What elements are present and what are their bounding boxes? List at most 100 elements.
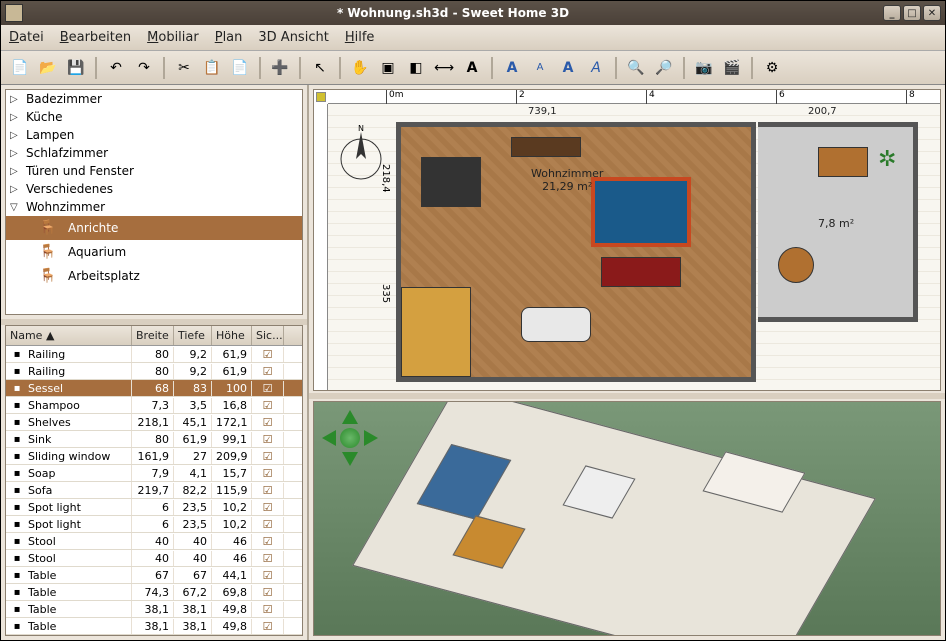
select-tool[interactable]: ↖ <box>307 55 333 81</box>
room-main[interactable]: Wohnzimmer 21,29 m² <box>396 122 756 382</box>
minimize-button[interactable]: _ <box>883 5 901 21</box>
table-row[interactable]: ▪Railing809,261,9☑ <box>6 346 302 363</box>
catalog-category[interactable]: ▷Verschiedenes <box>6 180 302 198</box>
furn-sofa[interactable] <box>601 257 681 287</box>
redo-button[interactable]: ↷ <box>131 55 157 81</box>
create-wall-tool[interactable]: ▣ <box>375 55 401 81</box>
paste-button[interactable]: 📄 <box>227 55 253 81</box>
col-name[interactable]: Name ▲ <box>6 326 132 345</box>
plan-view-2d[interactable]: 0m 2 4 6 8 N 739,1 200,7 218,4 335 <box>313 89 941 391</box>
table-row[interactable]: ▪Sofa219,782,2115,9☑ <box>6 482 302 499</box>
table-body[interactable]: ▪Railing809,261,9☑▪Railing809,261,9☑▪Ses… <box>6 346 302 635</box>
pan-tool[interactable]: ✋ <box>347 55 373 81</box>
catalog-category[interactable]: ▷Schlafzimmer <box>6 144 302 162</box>
text-italic-button[interactable]: A <box>583 55 609 81</box>
menu-datei[interactable]: Datei <box>9 30 44 45</box>
col-breite[interactable]: Breite <box>132 326 174 345</box>
text-bold-button[interactable]: A <box>555 55 581 81</box>
furn-round-table[interactable] <box>778 247 814 283</box>
table-row[interactable]: ▪Sessel6883100☑ <box>6 380 302 397</box>
nav-compass-3d[interactable] <box>322 410 378 466</box>
nav-down-icon[interactable] <box>342 452 358 466</box>
table-row[interactable]: ▪Table74,367,269,8☑ <box>6 584 302 601</box>
catalog-category[interactable]: ▷Küche <box>6 108 302 126</box>
catalog-category-expanded[interactable]: ▽Wohnzimmer <box>6 198 302 216</box>
visible-checkbox[interactable]: ☑ <box>252 347 284 362</box>
table-row[interactable]: ▪Table38,138,149,8☑ <box>6 618 302 635</box>
preferences-button[interactable]: ⚙ <box>759 55 785 81</box>
create-room-tool[interactable]: ◧ <box>403 55 429 81</box>
table-row[interactable]: ▪Shampoo7,33,516,8☑ <box>6 397 302 414</box>
create-text-tool[interactable]: A <box>459 55 485 81</box>
video-button[interactable]: 🎬 <box>719 55 745 81</box>
furn-shelves[interactable] <box>511 137 581 157</box>
table-row[interactable]: ▪Spot light623,510,2☑ <box>6 499 302 516</box>
visible-checkbox[interactable]: ☑ <box>252 602 284 617</box>
nav-up-icon[interactable] <box>342 410 358 424</box>
table-row[interactable]: ▪Sink8061,999,1☑ <box>6 431 302 448</box>
table-row[interactable]: ▪Soap7,94,115,7☑ <box>6 465 302 482</box>
open-button[interactable]: 📂 <box>35 55 61 81</box>
visible-checkbox[interactable]: ☑ <box>252 415 284 430</box>
col-sichtbar[interactable]: Sic... <box>252 326 284 345</box>
menu-3dansicht[interactable]: 3D Ansicht <box>258 30 328 45</box>
visible-checkbox[interactable]: ☑ <box>252 619 284 634</box>
visible-checkbox[interactable]: ☑ <box>252 483 284 498</box>
visible-checkbox[interactable]: ☑ <box>252 432 284 447</box>
menu-bearbeiten[interactable]: Bearbeiten <box>60 30 131 45</box>
catalog-category[interactable]: ▷Badezimmer <box>6 90 302 108</box>
nav-center-icon[interactable] <box>340 428 360 448</box>
menu-hilfe[interactable]: Hilfe <box>345 30 375 45</box>
table-row[interactable]: ▪Shelves218,145,1172,1☑ <box>6 414 302 431</box>
new-button[interactable]: 📄 <box>7 55 33 81</box>
plant-icon[interactable]: ✲ <box>878 147 896 172</box>
nav-right-icon[interactable] <box>364 430 378 446</box>
furn-lounger[interactable] <box>818 147 868 177</box>
nav-left-icon[interactable] <box>322 430 336 446</box>
col-hoehe[interactable]: Höhe <box>212 326 252 345</box>
furn-dining-table[interactable] <box>421 157 481 207</box>
furniture-table[interactable]: Name ▲ Breite Tiefe Höhe Sic... ▪Railing… <box>5 325 303 636</box>
zoom-in-button[interactable]: 🔍 <box>623 55 649 81</box>
visible-checkbox[interactable]: ☑ <box>252 551 284 566</box>
furniture-catalog[interactable]: ▷Badezimmer▷Küche▷Lampen▷Schlafzimmer▷Tü… <box>5 89 303 315</box>
visible-checkbox[interactable]: ☑ <box>252 398 284 413</box>
table-header[interactable]: Name ▲ Breite Tiefe Höhe Sic... <box>6 326 302 346</box>
catalog-item[interactable]: 🪑Arbeitsplatz <box>6 264 302 288</box>
catalog-item[interactable]: 🪑Aquarium <box>6 240 302 264</box>
table-row[interactable]: ▪Stool404046☑ <box>6 533 302 550</box>
carpet[interactable] <box>591 177 691 247</box>
view-3d[interactable] <box>313 401 941 636</box>
text-dec-button[interactable]: A <box>527 55 553 81</box>
col-tiefe[interactable]: Tiefe <box>174 326 212 345</box>
right-splitter[interactable] <box>309 393 945 399</box>
furn-bed[interactable] <box>401 287 471 377</box>
table-row[interactable]: ▪Spot light623,510,2☑ <box>6 516 302 533</box>
create-dim-tool[interactable]: ⟷ <box>431 55 457 81</box>
catalog-category[interactable]: ▷Türen und Fenster <box>6 162 302 180</box>
photo-button[interactable]: 📷 <box>691 55 717 81</box>
visible-checkbox[interactable]: ☑ <box>252 381 284 396</box>
room-balcony[interactable]: 7,8 m² ✲ <box>758 122 918 322</box>
menu-plan[interactable]: Plan <box>215 30 243 45</box>
maximize-button[interactable]: □ <box>903 5 921 21</box>
visible-checkbox[interactable]: ☑ <box>252 364 284 379</box>
table-row[interactable]: ▪Sliding window161,927209,9☑ <box>6 448 302 465</box>
table-row[interactable]: ▪Railing809,261,9☑ <box>6 363 302 380</box>
visible-checkbox[interactable]: ☑ <box>252 534 284 549</box>
visible-checkbox[interactable]: ☑ <box>252 466 284 481</box>
visible-checkbox[interactable]: ☑ <box>252 500 284 515</box>
cut-button[interactable]: ✂ <box>171 55 197 81</box>
visible-checkbox[interactable]: ☑ <box>252 449 284 464</box>
furn-bathtub[interactable] <box>521 307 591 342</box>
visible-checkbox[interactable]: ☑ <box>252 517 284 532</box>
titlebar[interactable]: * Wohnung.sh3d - Sweet Home 3D _ □ ✕ <box>1 1 945 25</box>
add-furniture-button[interactable]: ➕ <box>267 55 293 81</box>
visible-checkbox[interactable]: ☑ <box>252 585 284 600</box>
catalog-item[interactable]: 🪑Anrichte <box>6 216 302 240</box>
catalog-category[interactable]: ▷Lampen <box>6 126 302 144</box>
menu-mobiliar[interactable]: Mobiliar <box>147 30 199 45</box>
table-row[interactable]: ▪Stool404046☑ <box>6 550 302 567</box>
undo-button[interactable]: ↶ <box>103 55 129 81</box>
table-row[interactable]: ▪Table38,138,149,8☑ <box>6 601 302 618</box>
